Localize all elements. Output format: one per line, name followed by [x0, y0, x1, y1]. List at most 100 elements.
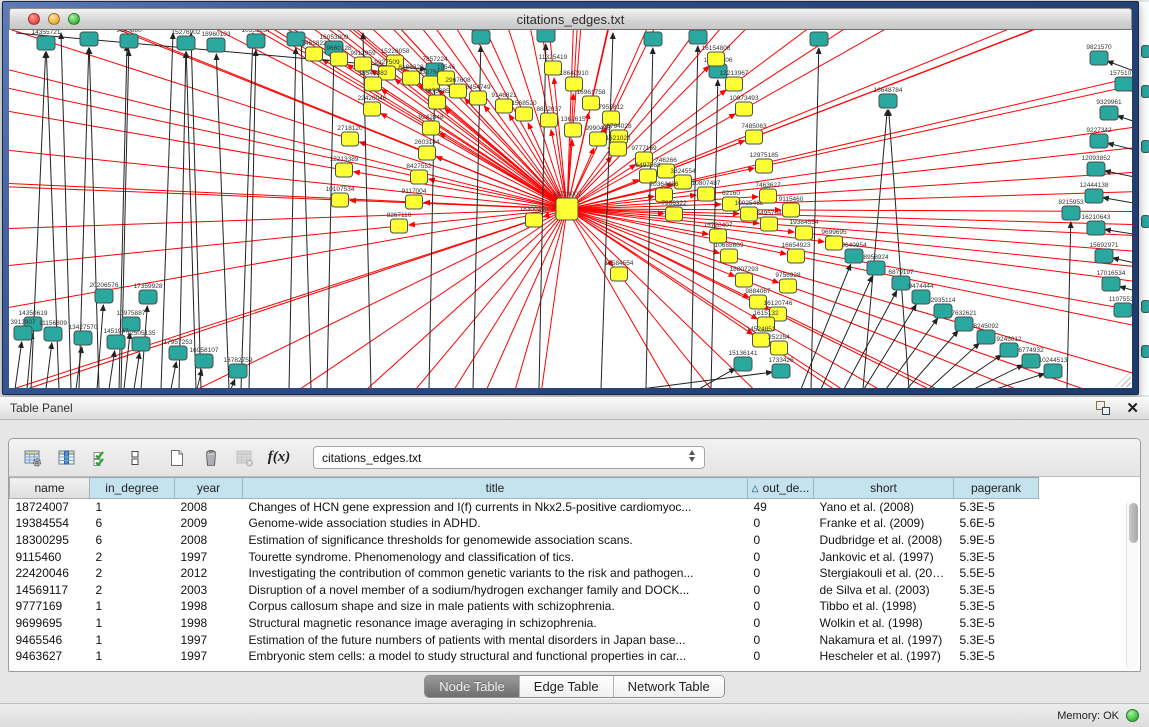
- graph-node[interactable]: [556, 198, 578, 220]
- graph-node[interactable]: [760, 189, 777, 203]
- graph-node[interactable]: [698, 187, 715, 201]
- graph-node[interactable]: [780, 279, 797, 293]
- graph-node[interactable]: [1114, 303, 1132, 317]
- graph-node[interactable]: [169, 346, 187, 360]
- graph-node[interactable]: [391, 219, 408, 233]
- graph-node[interactable]: [1022, 354, 1040, 368]
- graph-node[interactable]: [590, 132, 607, 146]
- graph-node[interactable]: [406, 195, 423, 209]
- graph-node[interactable]: [132, 337, 150, 351]
- table-row[interactable]: 946554611997Estimation of the future num…: [10, 631, 1039, 648]
- float-panel-icon[interactable]: [1096, 401, 1110, 415]
- graph-node[interactable]: [867, 261, 885, 275]
- graph-node[interactable]: [419, 146, 436, 160]
- column-header-year[interactable]: year: [175, 478, 243, 499]
- graph-node[interactable]: [1090, 134, 1108, 148]
- graph-node[interactable]: [44, 327, 62, 341]
- graph-node[interactable]: [1000, 343, 1018, 357]
- network-window-titlebar[interactable]: citations_edges.txt: [9, 8, 1132, 30]
- new-column-button[interactable]: [163, 444, 191, 472]
- tab-edge-table[interactable]: Edge Table: [520, 676, 614, 697]
- graph-node[interactable]: [14, 326, 32, 340]
- graph-node[interactable]: [229, 364, 247, 378]
- network-canvas[interactable]: 1435572120891406960588015276902189601031…: [9, 30, 1132, 388]
- graph-node[interactable]: [955, 317, 973, 331]
- graph-node[interactable]: [741, 207, 758, 221]
- graph-node[interactable]: [139, 290, 157, 304]
- graph-node[interactable]: [879, 94, 897, 108]
- graph-node[interactable]: [74, 331, 92, 345]
- graph-node[interactable]: [810, 32, 828, 46]
- graph-node[interactable]: [472, 30, 490, 44]
- select-rows-button[interactable]: [87, 444, 115, 472]
- scrollbar-thumb[interactable]: [1129, 503, 1138, 543]
- table-row[interactable]: 946362711997Embryonic stem cells: a mode…: [10, 648, 1039, 665]
- graph-node[interactable]: [1095, 249, 1113, 263]
- graph-node[interactable]: [1115, 77, 1132, 91]
- graph-node[interactable]: [120, 34, 138, 48]
- graph-node[interactable]: [365, 77, 382, 91]
- graph-node[interactable]: [934, 304, 952, 318]
- table-row[interactable]: 1456911722003Disruption of a novel membe…: [10, 581, 1039, 598]
- table-row[interactable]: 969969511998Structural magnetic resonanc…: [10, 615, 1039, 632]
- graph-node[interactable]: [411, 170, 428, 184]
- minimize-window-button[interactable]: [48, 13, 60, 25]
- graph-node[interactable]: [788, 249, 805, 263]
- close-panel-icon[interactable]: ✕: [1126, 401, 1139, 416]
- table-row[interactable]: 2242004622012Investigating the contribut…: [10, 565, 1039, 582]
- table-row[interactable]: 1872400712008Changes of HCN gene express…: [10, 499, 1039, 516]
- table-select-dropdown[interactable]: citations_edges.txt: [313, 446, 705, 469]
- graph-node[interactable]: [726, 77, 743, 91]
- table-row[interactable]: 1938455462009Genome-wide association stu…: [10, 515, 1039, 532]
- graph-node[interactable]: [977, 330, 995, 344]
- table-scrollbar[interactable]: [1126, 501, 1138, 669]
- graph-node[interactable]: [753, 333, 770, 347]
- graph-node[interactable]: [1102, 277, 1120, 291]
- graph-node[interactable]: [37, 36, 55, 50]
- graph-node[interactable]: [583, 96, 600, 110]
- graph-node[interactable]: [332, 193, 349, 207]
- tab-node-table[interactable]: Node Table: [425, 676, 520, 697]
- graph-node[interactable]: [1085, 189, 1103, 203]
- graph-node[interactable]: [644, 32, 662, 46]
- graph-node[interactable]: [1087, 162, 1105, 176]
- function-builder-button[interactable]: f(x): [265, 444, 293, 472]
- column-header-short[interactable]: short: [814, 478, 954, 499]
- graph-node[interactable]: [771, 341, 788, 355]
- graph-node[interactable]: [734, 357, 752, 371]
- column-header-title[interactable]: title: [243, 478, 748, 499]
- graph-node[interactable]: [429, 95, 446, 109]
- graph-node[interactable]: [666, 207, 683, 221]
- graph-node[interactable]: [1100, 106, 1118, 120]
- graph-node[interactable]: [355, 57, 372, 71]
- graph-node[interactable]: [331, 52, 348, 66]
- graph-node[interactable]: [1087, 221, 1105, 235]
- graph-node[interactable]: [247, 34, 265, 48]
- zoom-window-button[interactable]: [68, 13, 80, 25]
- graph-node[interactable]: [107, 335, 125, 349]
- graph-node[interactable]: [80, 32, 98, 46]
- delete-table-button-disabled[interactable]: [231, 444, 259, 472]
- graph-node[interactable]: [565, 123, 582, 137]
- graph-node[interactable]: [708, 52, 725, 66]
- table-row[interactable]: 977716911998Corpus callosum shape and si…: [10, 598, 1039, 615]
- column-header-out-degree[interactable]: △out_de...: [748, 478, 814, 499]
- table-settings-button[interactable]: [19, 444, 47, 472]
- graph-node[interactable]: [772, 364, 790, 378]
- table-row[interactable]: 1830029562008Estimation of significance …: [10, 532, 1039, 549]
- graph-node[interactable]: [336, 163, 353, 177]
- graph-node[interactable]: [450, 84, 467, 98]
- graph-node[interactable]: [1090, 51, 1108, 65]
- graph-node[interactable]: [470, 91, 487, 105]
- graph-node[interactable]: [537, 30, 555, 42]
- show-columns-button[interactable]: [53, 444, 81, 472]
- graph-node[interactable]: [195, 354, 213, 368]
- graph-node[interactable]: [364, 102, 381, 116]
- graph-node[interactable]: [689, 30, 707, 44]
- graph-node[interactable]: [756, 159, 773, 173]
- graph-node[interactable]: [342, 132, 359, 146]
- graph-node[interactable]: [95, 289, 113, 303]
- graph-node[interactable]: [736, 102, 753, 116]
- graph-node[interactable]: [306, 47, 323, 61]
- graph-node[interactable]: [1044, 364, 1062, 378]
